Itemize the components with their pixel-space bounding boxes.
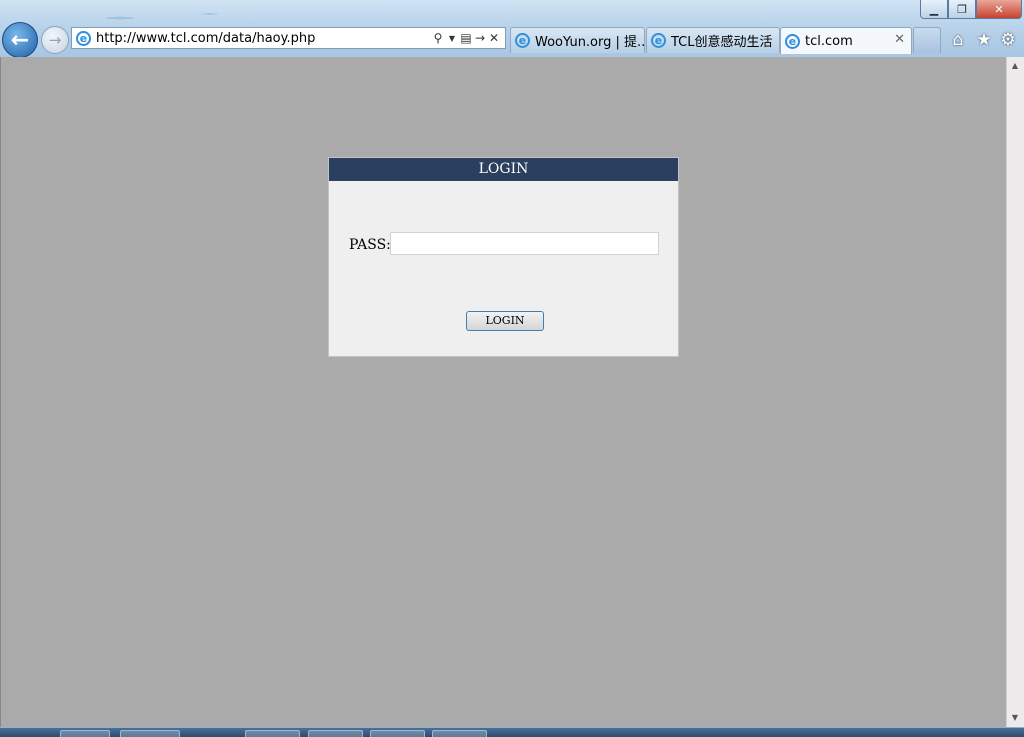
tab-tcl-creative[interactable]: e TCL创意感动生活 (646, 27, 780, 53)
new-tab-button[interactable] (913, 27, 941, 53)
ie-tab-icon: e (651, 33, 666, 48)
minimize-button[interactable]: ▁ (920, 0, 948, 19)
gear-icon[interactable]: ⚙ (998, 30, 1018, 50)
url-text[interactable]: http://www.tcl.com/data/haoy.php (96, 31, 431, 46)
tab-tcl-com[interactable]: e tcl.com ✕ (780, 27, 912, 54)
home-icon[interactable]: ⌂ (948, 30, 968, 50)
close-tab-icon[interactable]: ✕ (894, 32, 905, 47)
ie-page-icon: e (76, 30, 91, 46)
login-panel: LOGIN PASS: LOGIN (328, 157, 679, 357)
refresh-icon[interactable]: → (473, 31, 487, 45)
pass-input[interactable] (390, 232, 659, 255)
pass-label: PASS: (349, 237, 391, 253)
minimize-icon: ▁ (929, 2, 939, 16)
tab-label: tcl.com (805, 33, 853, 49)
restore-icon: ❐ (957, 2, 967, 16)
vertical-scrollbar[interactable]: ▲ ▼ (1006, 57, 1024, 727)
scroll-up-icon[interactable]: ▲ (1010, 61, 1020, 71)
close-icon: ✕ (994, 2, 1004, 16)
back-button[interactable]: ← (2, 22, 38, 58)
titlebar-decoration (60, 0, 320, 26)
forward-button[interactable]: → (41, 26, 69, 54)
ie-tab-icon: e (515, 33, 530, 48)
login-button[interactable]: LOGIN (466, 311, 544, 331)
close-window-button[interactable]: ✕ (976, 0, 1022, 19)
tab-label: TCL创意感动生活 (671, 35, 773, 50)
stop-icon[interactable]: ✕ (487, 31, 501, 45)
forward-arrow-icon: → (48, 31, 62, 49)
ie-tab-icon: e (785, 33, 800, 49)
login-panel-title: LOGIN (329, 158, 678, 181)
window-controls: ▁ ❐ ✕ (920, 0, 1022, 19)
scroll-down-icon[interactable]: ▼ (1010, 713, 1020, 723)
address-bar[interactable]: e http://www.tcl.com/data/haoy.php ⚲ ▼ ▤… (71, 27, 506, 49)
search-icon[interactable]: ⚲ (431, 31, 445, 45)
browser-chrome: ▁ ❐ ✕ ← → e http://www.tcl.com/data/haoy… (0, 0, 1024, 58)
star-icon[interactable]: ★ (974, 30, 994, 50)
dropdown-icon[interactable]: ▼ (445, 34, 459, 43)
tab-label: WooYun.org | 提... (535, 35, 644, 50)
back-arrow-icon: ← (10, 27, 30, 53)
maximize-button[interactable]: ❐ (948, 0, 976, 19)
tab-wooyun[interactable]: e WooYun.org | 提... (510, 27, 645, 53)
compatibility-view-icon[interactable]: ▤ (459, 31, 473, 45)
